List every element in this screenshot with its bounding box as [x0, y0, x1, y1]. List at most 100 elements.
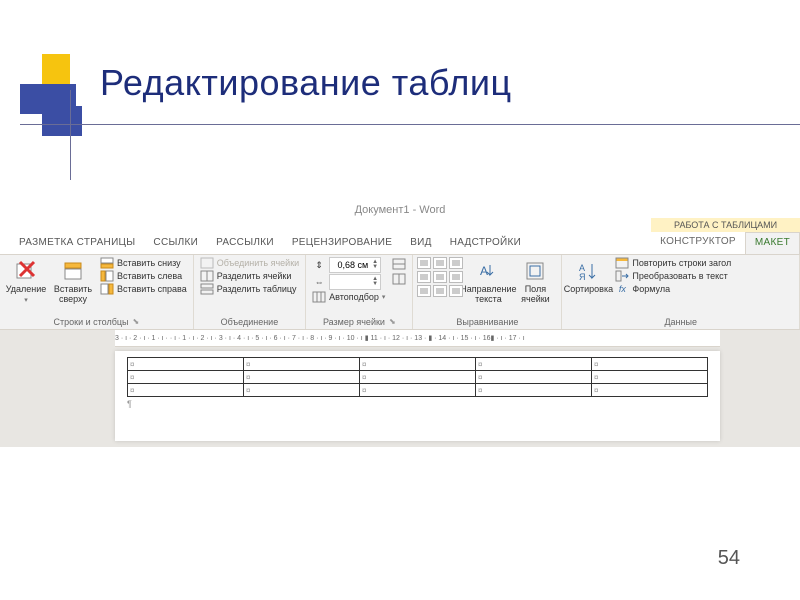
group-alignment-label: Выравнивание: [456, 317, 518, 327]
text-direction-icon: A: [476, 259, 500, 283]
slide-title: Редактирование таблиц: [100, 62, 512, 104]
repeat-header-label: Повторить строки загол: [632, 258, 731, 268]
insert-left-button[interactable]: Вставить слева: [98, 270, 189, 282]
align-tr[interactable]: [449, 257, 463, 269]
align-tc[interactable]: [433, 257, 447, 269]
ribbon: Удаление ▾ Вставить сверху Вставить сниз…: [0, 255, 800, 330]
window-title: Документ1 - Word: [0, 200, 800, 218]
group-cell-size-label: Размер ячейки: [323, 317, 385, 327]
group-rows-cols: Удаление ▾ Вставить сверху Вставить сниз…: [0, 255, 194, 329]
col-width-icon: ⇔: [312, 276, 326, 288]
text-direction-button[interactable]: A Направление текста: [466, 257, 510, 307]
row-height-input[interactable]: [332, 259, 370, 271]
repeat-header-button[interactable]: Повторить строки загол: [613, 257, 733, 269]
autofit-label: Автоподбор: [329, 292, 379, 302]
cell-size-launcher[interactable]: ⬊: [389, 317, 396, 327]
col-width-field[interactable]: ⇔ ▲▼: [310, 274, 387, 290]
slide-number: 54: [718, 547, 740, 570]
align-bc[interactable]: [433, 285, 447, 297]
row-height-icon: ⇕: [312, 259, 326, 271]
distribute-cols-icon: [392, 273, 406, 285]
distribute-rows-button[interactable]: [390, 258, 408, 270]
insert-below-button[interactable]: Вставить снизу: [98, 257, 189, 269]
repeat-header-icon: [615, 257, 629, 269]
merge-cells-button: Объединить ячейки: [198, 257, 301, 269]
insert-right-button[interactable]: Вставить справа: [98, 283, 189, 295]
svg-text:Я: Я: [579, 272, 586, 281]
split-cells-label: Разделить ячейки: [217, 271, 292, 281]
insert-right-icon: [100, 283, 114, 295]
sort-button[interactable]: AЯ Сортировка: [566, 257, 610, 297]
align-mc[interactable]: [433, 271, 447, 283]
tab-layout[interactable]: МАКЕТ: [745, 232, 800, 254]
paragraph-mark: ¶: [127, 397, 708, 409]
group-merge-label: Объединение: [221, 317, 279, 327]
align-br[interactable]: [449, 285, 463, 297]
insert-above-button[interactable]: Вставить сверху: [51, 257, 95, 307]
split-cells-button[interactable]: Разделить ячейки: [198, 270, 301, 282]
distribute-cols-button[interactable]: [390, 273, 408, 285]
document-table[interactable]: ¤¤¤¤¤ ¤¤¤¤¤ ¤¤¤¤¤: [127, 357, 708, 397]
convert-text-button[interactable]: Преобразовать в текст: [613, 270, 733, 282]
spinner-icon[interactable]: ▲▼: [372, 277, 378, 287]
tab-design[interactable]: КОНСТРУКТОР: [651, 232, 745, 254]
group-rows-cols-label: Строки и столбцы: [54, 317, 129, 327]
table-row: ¤¤¤¤¤: [128, 358, 708, 371]
rows-cols-launcher[interactable]: ⬊: [133, 317, 140, 327]
group-data-label: Данные: [664, 317, 697, 327]
tab-view[interactable]: ВИД: [401, 233, 441, 254]
delete-button[interactable]: Удаление ▾: [4, 257, 48, 307]
word-screenshot: Документ1 - Word РАЗМЕТКА СТРАНИЦЫ ССЫЛК…: [0, 200, 800, 440]
col-width-input[interactable]: [332, 276, 370, 288]
merge-cells-label: Объединить ячейки: [217, 258, 299, 268]
dropdown-icon: ▾: [382, 293, 386, 301]
table-row: ¤¤¤¤¤: [128, 384, 708, 397]
align-ml[interactable]: [417, 271, 431, 283]
row-height-field[interactable]: ⇕ ▲▼: [310, 257, 387, 273]
convert-text-icon: [615, 270, 629, 282]
tab-page-layout[interactable]: РАЗМЕТКА СТРАНИЦЫ: [10, 233, 144, 254]
tab-references[interactable]: ССЫЛКИ: [144, 233, 207, 254]
tab-review[interactable]: РЕЦЕНЗИРОВАНИЕ: [283, 233, 401, 254]
formula-button[interactable]: fx Формула: [613, 283, 733, 295]
split-table-icon: [200, 283, 214, 295]
alignment-grid: [417, 257, 463, 297]
group-cell-size: ⇕ ▲▼ ⇔ ▲▼ Автоподбор ▾: [306, 255, 413, 329]
insert-above-icon: [61, 259, 85, 283]
insert-above-label: Вставить сверху: [52, 285, 94, 305]
insert-left-label: Вставить слева: [117, 271, 182, 281]
group-merge: Объединить ячейки Разделить ячейки Разде…: [194, 255, 306, 329]
insert-left-icon: [100, 270, 114, 282]
tab-mailings[interactable]: РАССЫЛКИ: [207, 233, 283, 254]
align-tl[interactable]: [417, 257, 431, 269]
autofit-icon: [312, 291, 326, 303]
align-mr[interactable]: [449, 271, 463, 283]
group-data: AЯ Сортировка Повторить строки загол Пре…: [562, 255, 800, 329]
sort-label: Сортировка: [564, 285, 613, 295]
distribute-rows-icon: [392, 258, 406, 270]
insert-below-icon: [100, 257, 114, 269]
cell-margins-button[interactable]: Поля ячейки: [513, 257, 557, 307]
cell-margins-icon: [523, 259, 547, 283]
svg-text:A: A: [480, 264, 488, 278]
dropdown-icon: ▾: [24, 297, 28, 305]
merge-cells-icon: [200, 257, 214, 269]
delete-label: Удаление: [6, 285, 47, 295]
delete-icon: [14, 259, 38, 283]
group-alignment: A Направление текста Поля ячейки Выравни…: [413, 255, 562, 329]
document-page[interactable]: ¤¤¤¤¤ ¤¤¤¤¤ ¤¤¤¤¤ ¶: [115, 351, 720, 441]
align-bl[interactable]: [417, 285, 431, 297]
context-tab-group: РАБОТА С ТАБЛИЦАМИ КОНСТРУКТОР МАКЕТ: [651, 218, 800, 254]
horizontal-ruler[interactable]: 3 · ı · 2 · ı · 1 · ı · · ı · 1 · ı · 2 …: [115, 330, 720, 347]
autofit-button[interactable]: Автоподбор ▾: [310, 291, 387, 303]
document-area: 3 · ı · 2 · ı · 1 · ı · · ı · 1 · ı · 2 …: [0, 330, 800, 447]
insert-below-label: Вставить снизу: [117, 258, 181, 268]
slide-decoration: [20, 54, 100, 136]
formula-icon: fx: [615, 283, 629, 295]
text-direction-label: Направление текста: [460, 285, 516, 305]
tab-addins[interactable]: НАДСТРОЙКИ: [441, 233, 530, 254]
insert-right-label: Вставить справа: [117, 284, 187, 294]
split-table-label: Разделить таблицу: [217, 284, 297, 294]
spinner-icon[interactable]: ▲▼: [372, 260, 378, 270]
split-table-button[interactable]: Разделить таблицу: [198, 283, 301, 295]
